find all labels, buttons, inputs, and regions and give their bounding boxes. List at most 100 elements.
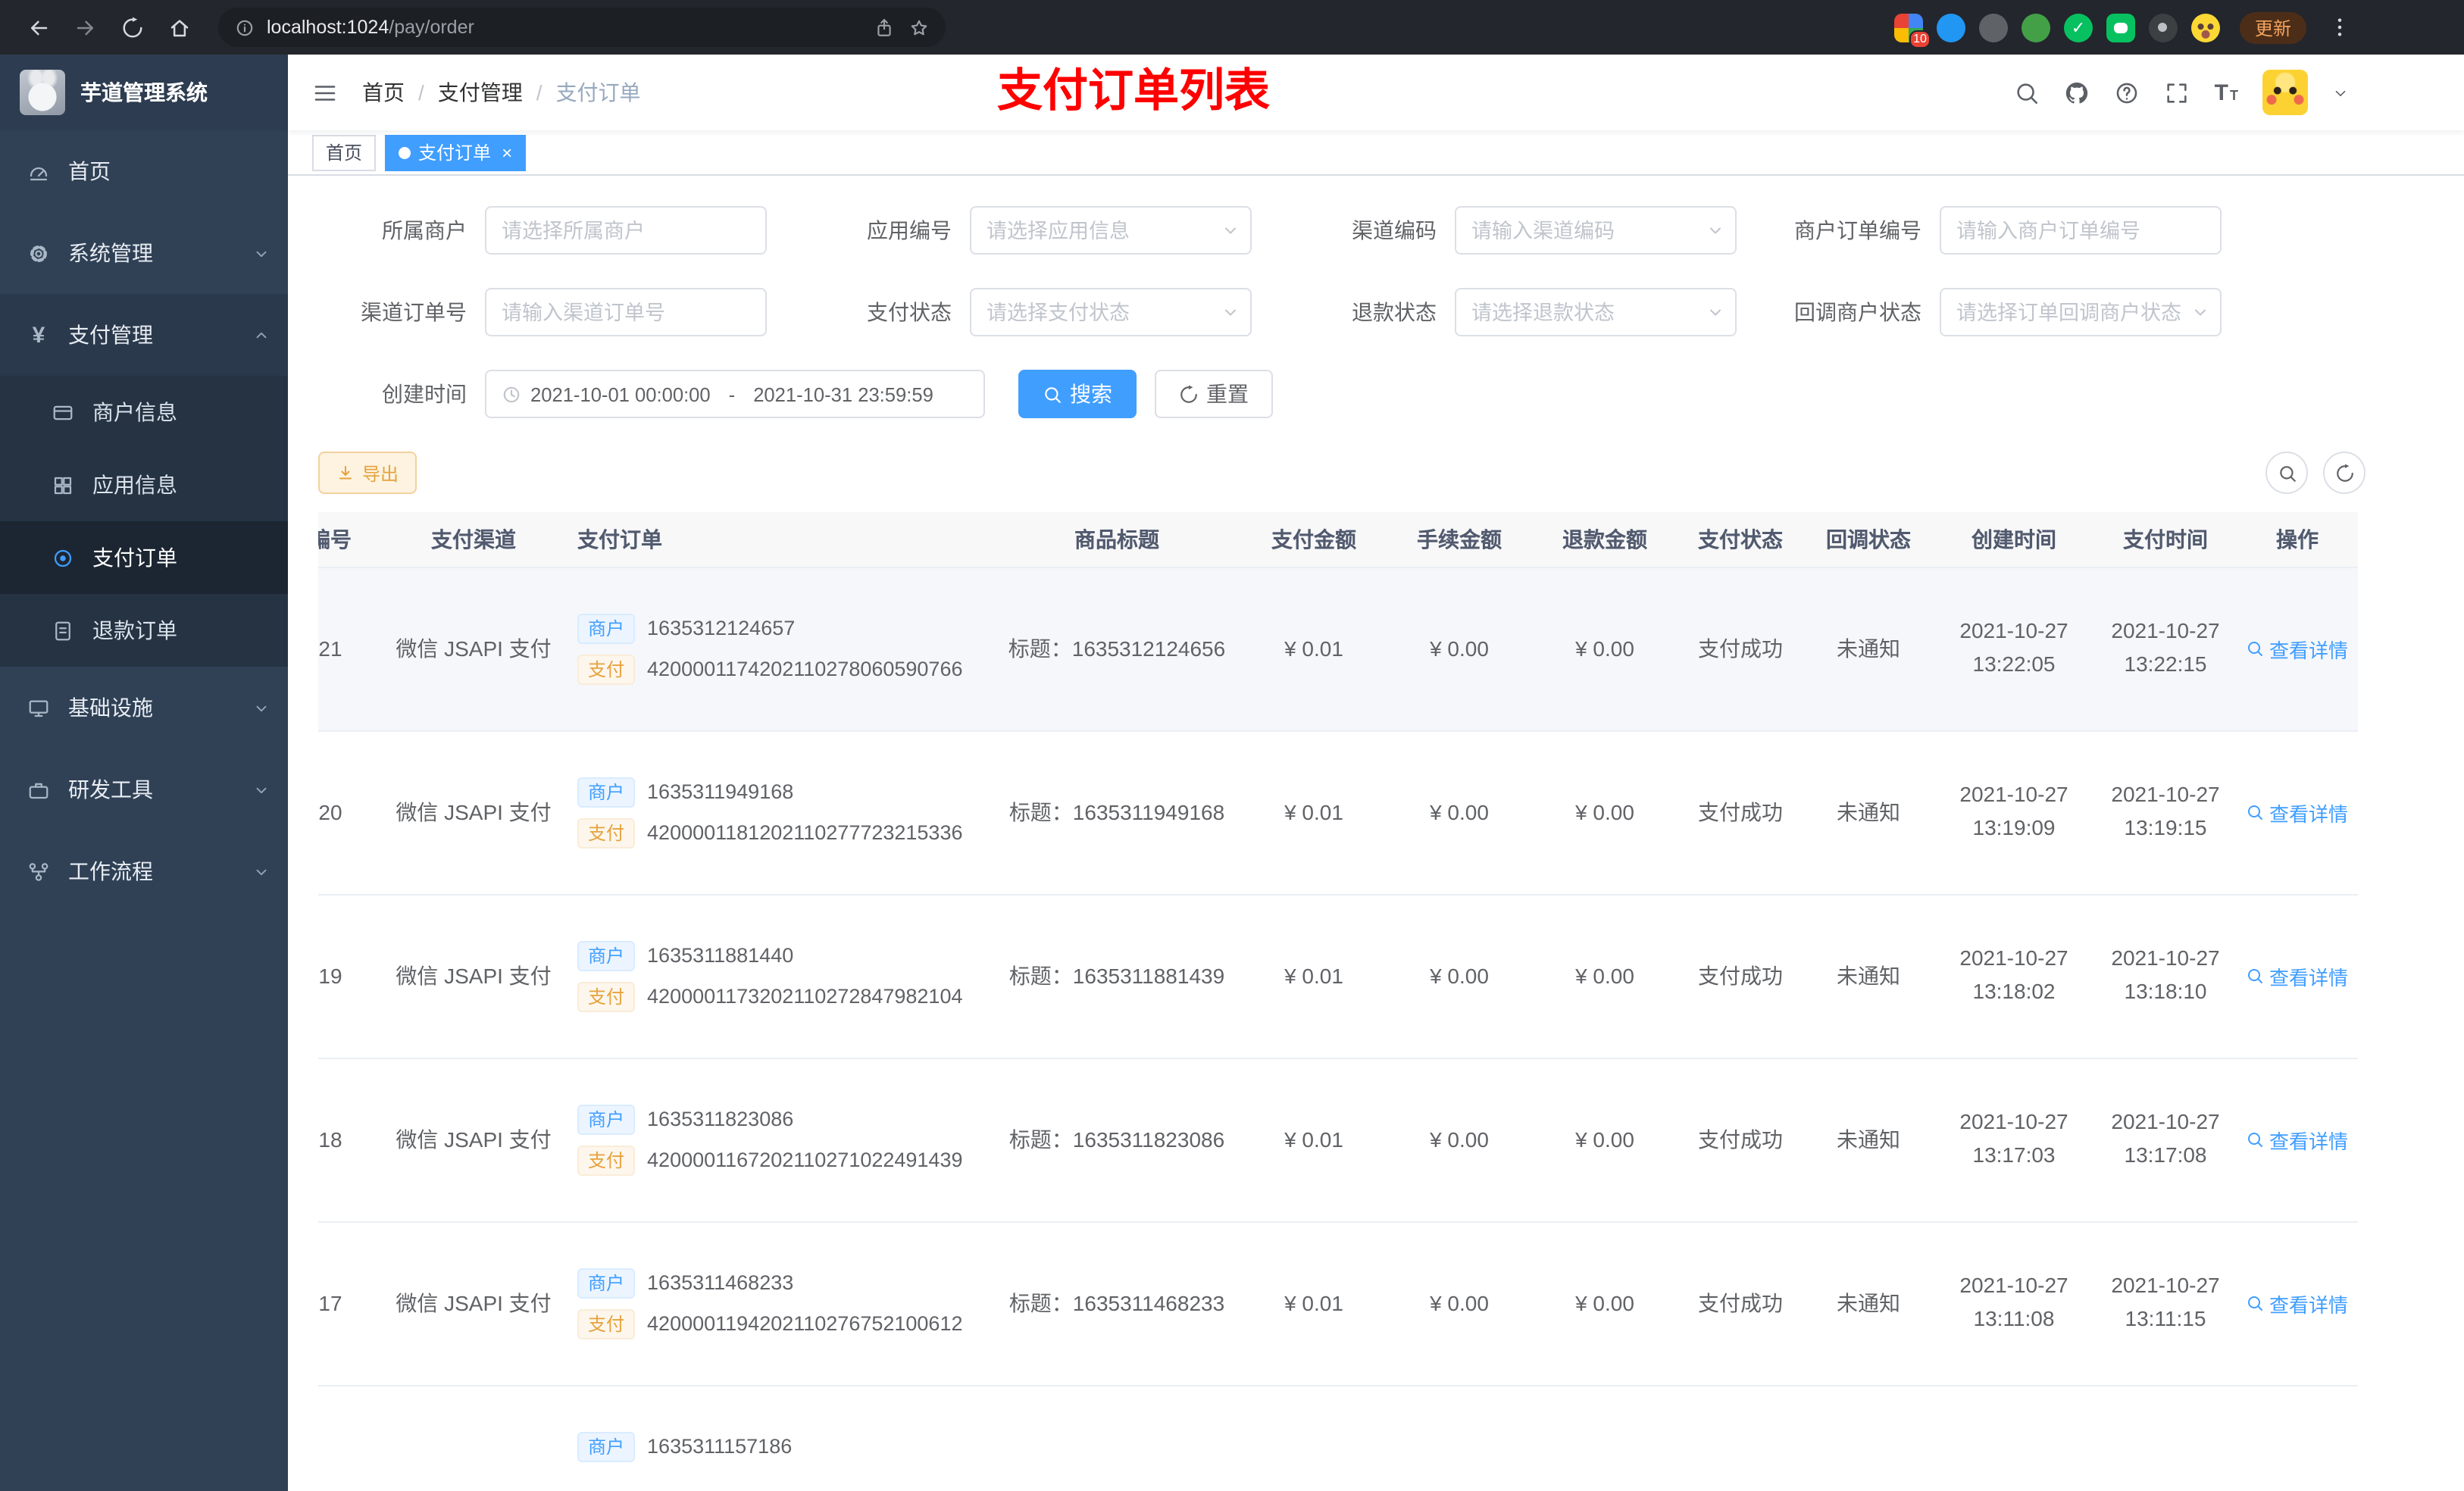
view-detail-link[interactable]: 查看详情 <box>2247 798 2348 827</box>
sidebar-menu: 首页 系统管理 ¥ 支付管理 商户信息 应用信息 支付订单 退款订单 基础设施研发工具工作流程 <box>0 130 288 1491</box>
sidebar-item-app-info[interactable]: 应用信息 <box>0 449 288 521</box>
browser-forward-button[interactable] <box>65 8 105 47</box>
tab-home[interactable]: 首页 <box>312 134 377 170</box>
table-header-row: 编号支付渠道支付订单商品标题支付金额手续金额退款金额支付状态回调状态创建时间支付… <box>318 512 2358 567</box>
cell-status: 支付成功 <box>1678 1221 1803 1386</box>
view-detail-link[interactable]: 查看详情 <box>2247 961 2348 990</box>
pay-status-select[interactable] <box>970 288 1252 336</box>
cell-create-time: 2021-10-27 13:17:03 <box>1934 1058 2094 1222</box>
breadcrumb-item[interactable]: 首页 <box>362 77 405 108</box>
chevron-down-icon <box>253 863 270 880</box>
column-header-1: 支付渠道 <box>394 512 553 567</box>
pay-date: 2021-10-27 <box>2111 946 2220 971</box>
toggle-search-button[interactable] <box>2265 452 2308 494</box>
breadcrumb-item[interactable]: 支付管理 <box>438 77 523 108</box>
refresh-table-button[interactable] <box>2323 452 2366 494</box>
tab-pay-order[interactable]: 支付订单 × <box>385 134 527 170</box>
reset-button[interactable]: 重置 <box>1155 370 1273 418</box>
sidebar-item-payment[interactable]: ¥ 支付管理 <box>0 294 288 376</box>
browser-refresh-button[interactable] <box>112 8 152 47</box>
channel-order-no-input[interactable] <box>485 288 767 336</box>
refresh-icon <box>2334 463 2354 483</box>
filter-label: 应用编号 <box>867 218 952 242</box>
extension-check-icon[interactable]: ✓ <box>2063 13 2093 42</box>
extension-wechat-icon[interactable] <box>2106 13 2135 42</box>
extension-globe-icon[interactable] <box>1978 13 2008 42</box>
address-bar[interactable]: localhost:1024/pay/order <box>218 8 946 47</box>
sidebar-submenu: 商户信息 应用信息 支付订单 退款订单 <box>0 376 288 667</box>
reset-button-label: 重置 <box>1206 382 1249 406</box>
cell-fee: ¥ 0.00 <box>1387 894 1532 1058</box>
sidebar-item-refund-order[interactable]: 退款订单 <box>0 594 288 667</box>
cell-create-time: 2021-10-27 13:11:08 <box>1934 1221 2094 1386</box>
arrow-right-icon <box>73 16 96 39</box>
channel-code-select[interactable] <box>1455 206 1737 255</box>
sidebar-item-label: 研发工具 <box>68 777 153 802</box>
sidebar-item-infrastructure[interactable]: 基础设施 <box>0 667 288 749</box>
tab-bar: 首页 支付订单 × <box>288 130 2464 176</box>
date-range-input[interactable]: 2021-10-01 00:00:00 - 2021-10-31 23:59:5… <box>485 370 985 418</box>
extension-green-icon[interactable] <box>2021 13 2050 42</box>
font-size-icon[interactable]: TT <box>2215 80 2238 105</box>
cell-notify <box>1803 1385 1934 1491</box>
tag-merchant: 商户 <box>577 1104 636 1134</box>
sidebar-item-home[interactable]: 首页 <box>0 130 288 212</box>
extension-pin-icon[interactable] <box>2148 13 2178 42</box>
gear-icon <box>26 240 52 266</box>
notify-status-select[interactable] <box>1940 288 2222 336</box>
column-header-0: 编号 <box>318 512 394 567</box>
merchant-order-no-input[interactable] <box>1940 206 2222 255</box>
cell-status: 支付成功 <box>1678 1058 1803 1222</box>
order-line: 支付 4200001173202110272847982104 <box>577 981 993 1011</box>
view-detail-link[interactable]: 查看详情 <box>2247 1125 2348 1154</box>
extension-drop-icon[interactable] <box>1936 13 1965 42</box>
clock-icon <box>502 384 521 404</box>
order-line: 商户 1635311157186 <box>577 1431 993 1461</box>
search-button[interactable]: 搜索 <box>1018 370 1137 418</box>
view-detail-link[interactable]: 查看详情 <box>2247 634 2348 663</box>
avatar[interactable] <box>2262 70 2308 115</box>
browser-menu-icon[interactable] <box>2328 15 2352 39</box>
github-icon[interactable] <box>2065 80 2090 105</box>
sidebar-item-dev-tools[interactable]: 研发工具 <box>0 749 288 830</box>
chevron-down-icon <box>253 245 270 261</box>
help-icon[interactable] <box>2115 80 2140 105</box>
page-content: 所属商户应用编号渠道编码商户订单编号 渠道订单号支付状态退款状态回调商户状态 创… <box>288 176 2464 1491</box>
export-button[interactable]: 导出 <box>318 452 417 494</box>
bookmark-star-icon[interactable] <box>909 17 929 37</box>
sidebar-item-workflow[interactable]: 工作流程 <box>0 830 288 912</box>
chevron-down-icon <box>253 781 270 798</box>
chevron-down-icon[interactable] <box>2332 84 2349 101</box>
order-line: 商户 1635312124657 <box>577 613 993 643</box>
chevron-down-icon <box>1221 221 1240 239</box>
merchant-order-no: 1635311949168 <box>647 780 794 803</box>
app-no-select[interactable] <box>970 206 1252 255</box>
browser-back-button[interactable] <box>18 8 58 47</box>
cell-fee: ¥ 0.00 <box>1387 1058 1532 1222</box>
tab-close-icon[interactable]: × <box>502 143 512 161</box>
cell-order: 商户 1635311949168 支付 42000011812021102777232… <box>553 730 993 895</box>
cell-amount: ¥ 0.01 <box>1241 730 1387 895</box>
browser-home-button[interactable] <box>159 8 199 47</box>
share-icon[interactable] <box>874 17 894 37</box>
search-icon[interactable] <box>2015 80 2040 105</box>
sidebar-item-system[interactable]: 系统管理 <box>0 212 288 294</box>
order-line: 商户 1635311823086 <box>577 1104 993 1134</box>
refund-status-select[interactable] <box>1455 288 1737 336</box>
cell-pay-time: 2021-10-27 13:18:10 <box>2094 894 2237 1058</box>
owner-merchant-input[interactable] <box>485 206 767 255</box>
sidebar-item-merchant-info[interactable]: 商户信息 <box>0 376 288 449</box>
hamburger-icon[interactable] <box>312 80 338 105</box>
column-header-2: 支付订单 <box>553 512 993 567</box>
sidebar-item-pay-order[interactable]: 支付订单 <box>0 521 288 594</box>
extension-emoji-icon[interactable] <box>2190 13 2220 42</box>
view-detail-link[interactable]: 查看详情 <box>2247 1289 2348 1318</box>
filter-row-1: 所属商户 应用编号 渠道编码 商户订单编号 <box>318 206 2434 255</box>
cell-action: 查看详情 <box>2237 894 2358 1058</box>
browser-update-button[interactable]: 更新 <box>2239 11 2306 43</box>
fullscreen-icon[interactable] <box>2165 80 2190 105</box>
view-detail-label: 查看详情 <box>2269 1130 2348 1152</box>
pay-order-no: 4200001174202110278060590766 <box>647 658 963 680</box>
doc-icon <box>50 617 76 643</box>
extension-apps-icon[interactable]: 10 <box>1893 13 1931 48</box>
